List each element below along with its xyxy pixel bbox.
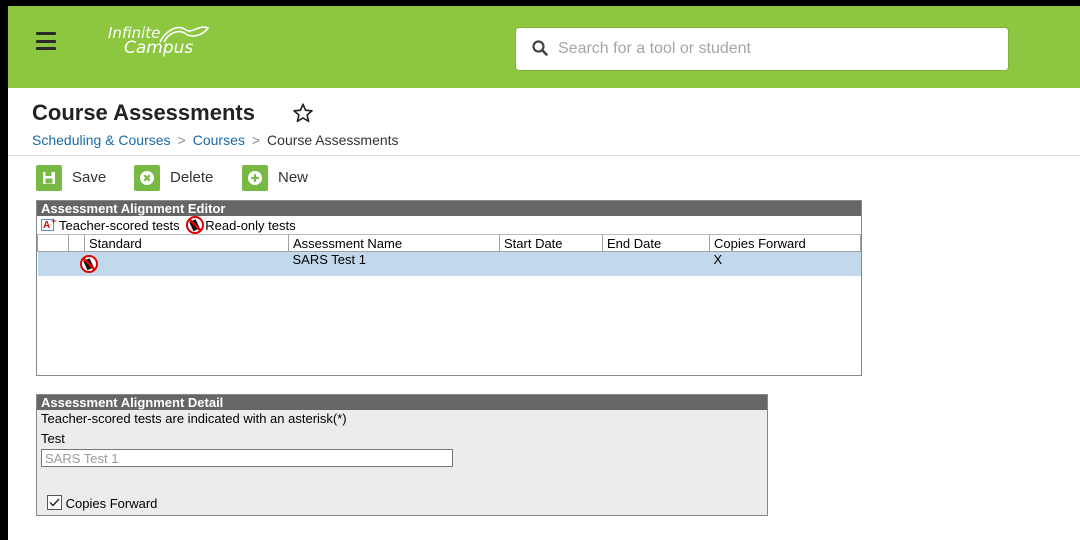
svg-text:A: A [43, 220, 50, 231]
breadcrumb-scheduling-courses[interactable]: Scheduling & Courses [32, 132, 171, 148]
infinite-campus-logo[interactable]: Infinite Campus [108, 26, 210, 57]
column-header-assessment-name[interactable]: Assessment Name [288, 235, 500, 252]
logo-swoosh-icon [159, 26, 210, 43]
search-icon [532, 40, 548, 56]
assessment-alignment-detail: Assessment Alignment Detail Teacher-scor… [36, 394, 768, 516]
assessment-table: Standard Assessment Name Start Date End … [37, 235, 861, 276]
checkmark-icon [49, 498, 60, 507]
row-copies-forward: X [709, 251, 861, 276]
add-icon [248, 171, 262, 185]
breadcrumb-current: Course Assessments [267, 132, 399, 148]
breadcrumb-separator: > [177, 132, 186, 148]
search-input[interactable]: Search for a tool or student [558, 40, 751, 58]
search-box[interactable]: Search for a tool or student [516, 28, 1008, 70]
delete-icon [140, 171, 154, 185]
breadcrumb-courses[interactable]: Courses [193, 132, 245, 148]
teacher-scored-icon: A + [41, 216, 56, 231]
teacher-scored-legend: Teacher-scored tests [59, 218, 180, 233]
editor-legend: A + Teacher-scored tests Read-only tests [37, 216, 861, 235]
copies-forward-checkbox[interactable] [47, 495, 62, 510]
read-only-legend: Read-only tests [205, 218, 296, 233]
top-bar: Infinite Campus Search for a tool or stu… [8, 6, 1080, 88]
row-icon-cell [68, 251, 289, 276]
editor-header: Assessment Alignment Editor [37, 201, 861, 216]
row-assessment-name: SARS Test 1 [288, 251, 500, 276]
svg-text:+: + [51, 217, 56, 226]
assessment-alignment-editor: Assessment Alignment Editor A + Teacher-… [36, 200, 862, 376]
detail-note: Teacher-scored tests are indicated with … [41, 411, 347, 426]
read-only-icon [186, 216, 205, 234]
copies-forward-option: Copies Forward [47, 495, 157, 511]
hamburger-menu-icon[interactable] [36, 32, 56, 50]
read-only-icon [79, 255, 98, 273]
copies-forward-label: Copies Forward [65, 496, 158, 511]
test-field[interactable] [41, 449, 453, 467]
column-header-icon [68, 235, 85, 252]
star-outline-icon[interactable] [292, 102, 314, 124]
breadcrumb-separator: > [251, 132, 261, 148]
column-header-standard[interactable]: Standard [84, 235, 289, 252]
row-flag-cell [37, 251, 69, 276]
page-title: Course Assessments [32, 100, 255, 125]
column-header-copies-forward[interactable]: Copies Forward [709, 235, 861, 252]
row-end-date [602, 251, 710, 276]
row-start-date [499, 251, 603, 276]
breadcrumb: Scheduling & Courses > Courses > Course Asse… [32, 132, 399, 148]
table-header-row: Standard Assessment Name Start Date End … [37, 235, 861, 252]
detail-header: Assessment Alignment Detail [37, 395, 767, 410]
header-divider [8, 155, 1080, 156]
app-window: Infinite Campus Search for a tool or stu… [8, 6, 1080, 540]
table-row[interactable]: SARS Test 1 X [37, 251, 861, 276]
column-header-end-date[interactable]: End Date [602, 235, 710, 252]
test-label: Test [41, 431, 65, 446]
save-icon [43, 172, 55, 184]
column-header-flag[interactable] [37, 235, 69, 252]
column-header-start-date[interactable]: Start Date [499, 235, 603, 252]
